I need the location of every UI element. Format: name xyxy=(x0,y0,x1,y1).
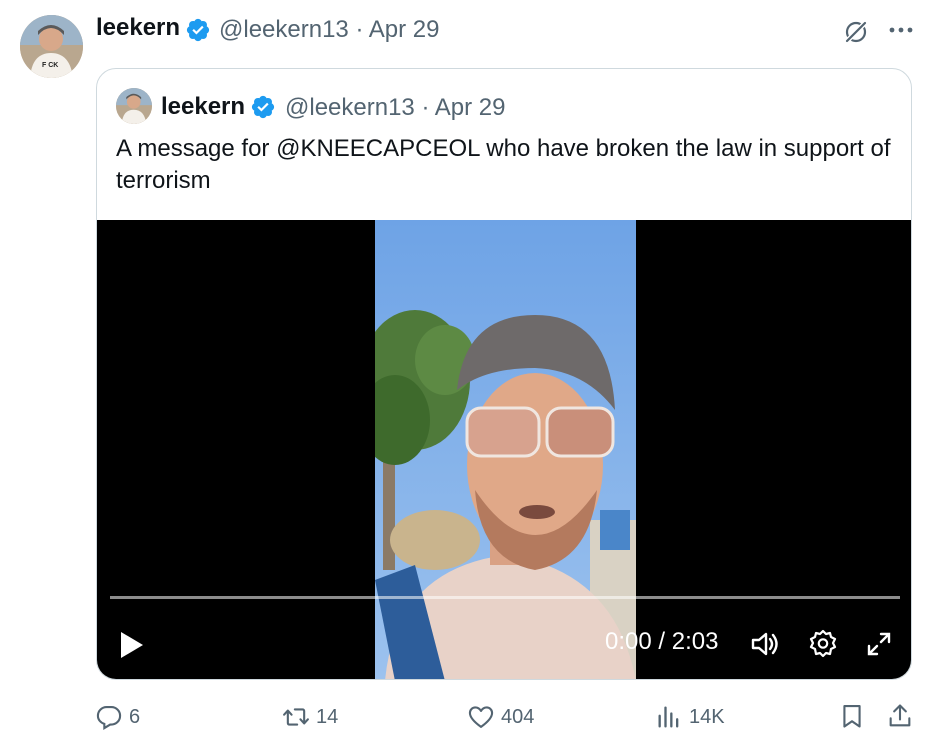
grok-icon[interactable] xyxy=(842,18,870,46)
views-icon xyxy=(658,706,679,728)
fullscreen-icon[interactable] xyxy=(865,630,893,658)
bookmark-icon xyxy=(843,705,861,728)
like-count: 404 xyxy=(501,705,535,728)
more-icon[interactable] xyxy=(886,18,916,42)
like-button[interactable]: 404 xyxy=(467,703,534,731)
video-player[interactable]: 0:00 / 2:03 xyxy=(97,220,911,679)
verified-badge-icon xyxy=(186,18,210,42)
reply-icon xyxy=(96,706,122,730)
share-icon xyxy=(889,704,911,727)
video-time: 0:00 / 2:03 xyxy=(605,628,719,655)
quoted-author-avatar[interactable] xyxy=(116,88,152,124)
video-frame xyxy=(375,220,636,679)
repost-count: 14 xyxy=(316,705,339,728)
reply-button[interactable]: 6 xyxy=(95,703,140,731)
like-icon xyxy=(468,706,494,728)
views-button[interactable]: 14K xyxy=(655,703,725,731)
quoted-author-name[interactable]: leekern xyxy=(161,93,245,121)
volume-icon[interactable] xyxy=(749,628,781,660)
share-button[interactable] xyxy=(886,702,920,730)
play-icon[interactable] xyxy=(119,630,145,660)
author-meta[interactable]: @leekern13 · Apr 29 xyxy=(219,16,440,44)
quoted-tweet-card[interactable]: leekern @leekern13 · Apr 29 A message fo… xyxy=(96,68,912,680)
author-avatar[interactable]: F CK xyxy=(20,15,83,78)
repost-icon xyxy=(283,708,309,726)
quoted-tweet-text: A message for @KNEECAPCEOL who have brok… xyxy=(116,135,891,194)
video-progress-bar[interactable] xyxy=(110,596,900,599)
svg-text:F CK: F CK xyxy=(42,62,58,69)
settings-icon[interactable] xyxy=(807,628,839,660)
view-count: 14K xyxy=(689,705,725,728)
quoted-author-meta[interactable]: @leekern13 · Apr 29 xyxy=(285,94,506,122)
repost-button[interactable]: 14 xyxy=(282,703,338,731)
bookmark-button[interactable] xyxy=(838,702,872,730)
reply-count: 6 xyxy=(129,705,141,728)
author-name[interactable]: leekern xyxy=(96,14,180,42)
verified-badge-icon xyxy=(251,95,275,119)
